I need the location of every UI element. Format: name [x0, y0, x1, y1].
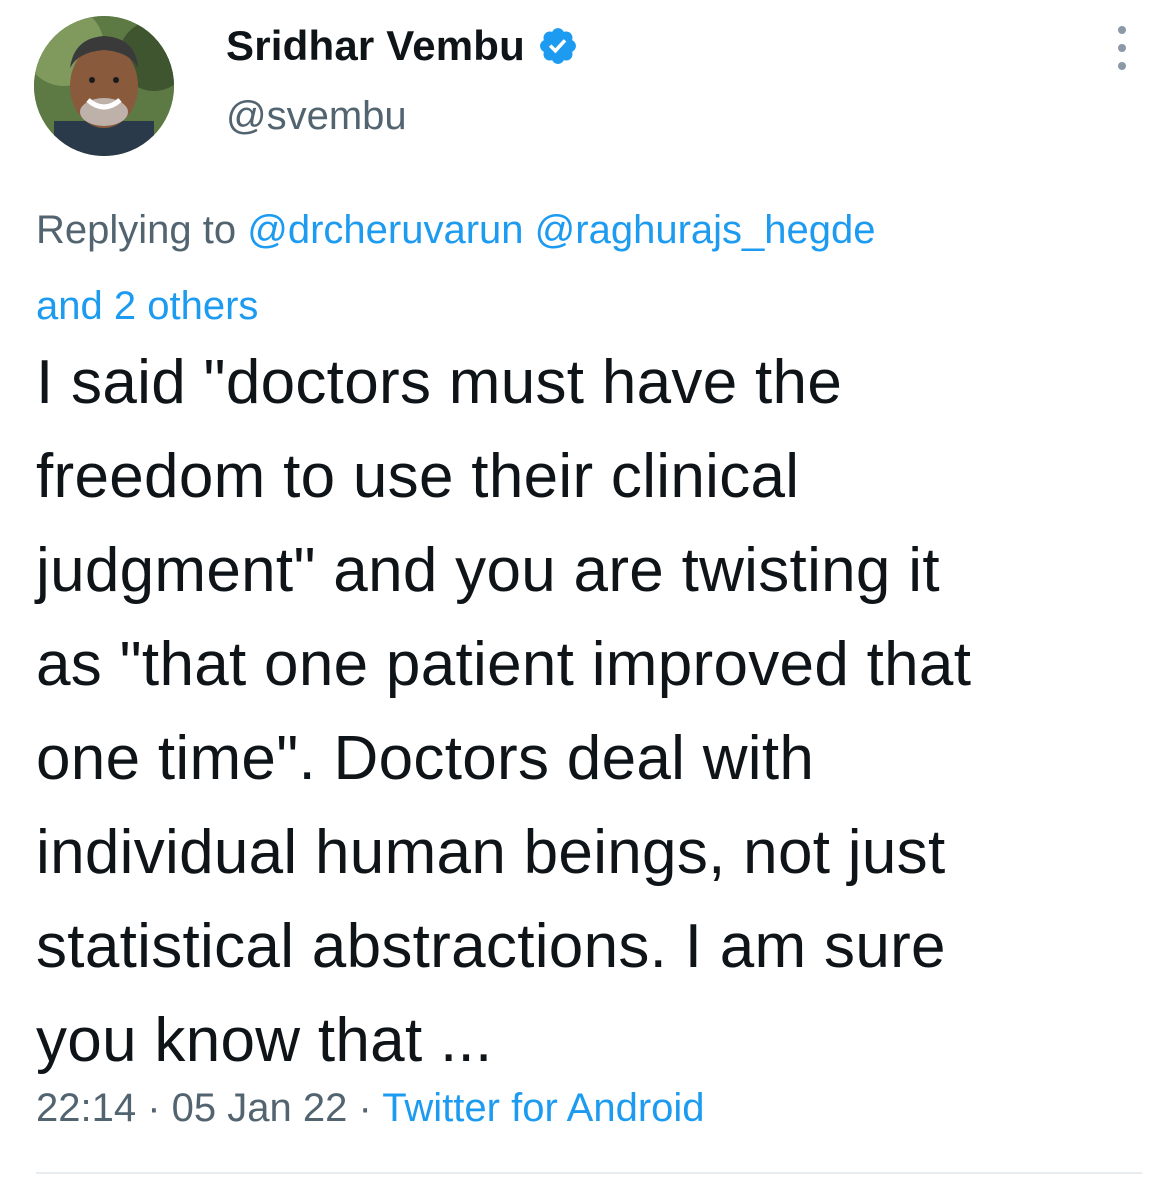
tweet-text-line: one time". Doctors deal with	[36, 724, 815, 793]
meta-separator: ·	[347, 1086, 383, 1130]
tweet: Sridhar Vembu @svembu Replying to @drche…	[0, 0, 1154, 1200]
replying-to: Replying to @drcheruvarun @raghurajs_heg…	[36, 192, 1126, 344]
tweet-text-line: as "that one patient improved that	[36, 630, 972, 699]
verified-badge-icon	[540, 28, 576, 64]
divider	[36, 1172, 1142, 1174]
mention-raghurajs-hegde[interactable]: @raghurajs_hegde	[535, 208, 876, 252]
tweet-meta: 22:14 · 05 Jan 22 · Twitter for Android	[36, 1086, 705, 1131]
display-name[interactable]: Sridhar Vembu	[226, 22, 525, 70]
tweet-text-line: I said "doctors must have the	[36, 348, 843, 417]
more-dot	[1118, 62, 1126, 70]
tweet-source[interactable]: Twitter for Android	[382, 1086, 704, 1130]
avatar-image	[34, 16, 174, 156]
more-dot	[1118, 44, 1126, 52]
meta-separator: ·	[136, 1086, 172, 1130]
more-options-icon[interactable]	[1110, 26, 1134, 70]
tweet-time[interactable]: 22:14	[36, 1086, 136, 1130]
avatar[interactable]	[34, 16, 174, 156]
replying-to-label: Replying to	[36, 208, 248, 252]
tweet-text-line: you know that ...	[36, 1006, 493, 1075]
tweet-text-line: statistical abstractions. I am sure	[36, 912, 946, 981]
tweet-text-line: individual human beings, not just	[36, 818, 946, 887]
tweet-text: I said "doctors must have the freedom to…	[36, 336, 1146, 1088]
tweet-date[interactable]: 05 Jan 22	[172, 1086, 348, 1130]
tweet-text-line: freedom to use their clinical	[36, 442, 800, 511]
tweet-text-line: judgment" and you are twisting it	[36, 536, 940, 605]
author-row: Sridhar Vembu	[226, 22, 579, 70]
mention-drcheruvarun[interactable]: @drcheruvarun	[247, 208, 523, 252]
mention-others[interactable]: and 2 others	[36, 284, 258, 328]
handle[interactable]: @svembu	[226, 94, 407, 139]
more-dot	[1118, 26, 1126, 34]
